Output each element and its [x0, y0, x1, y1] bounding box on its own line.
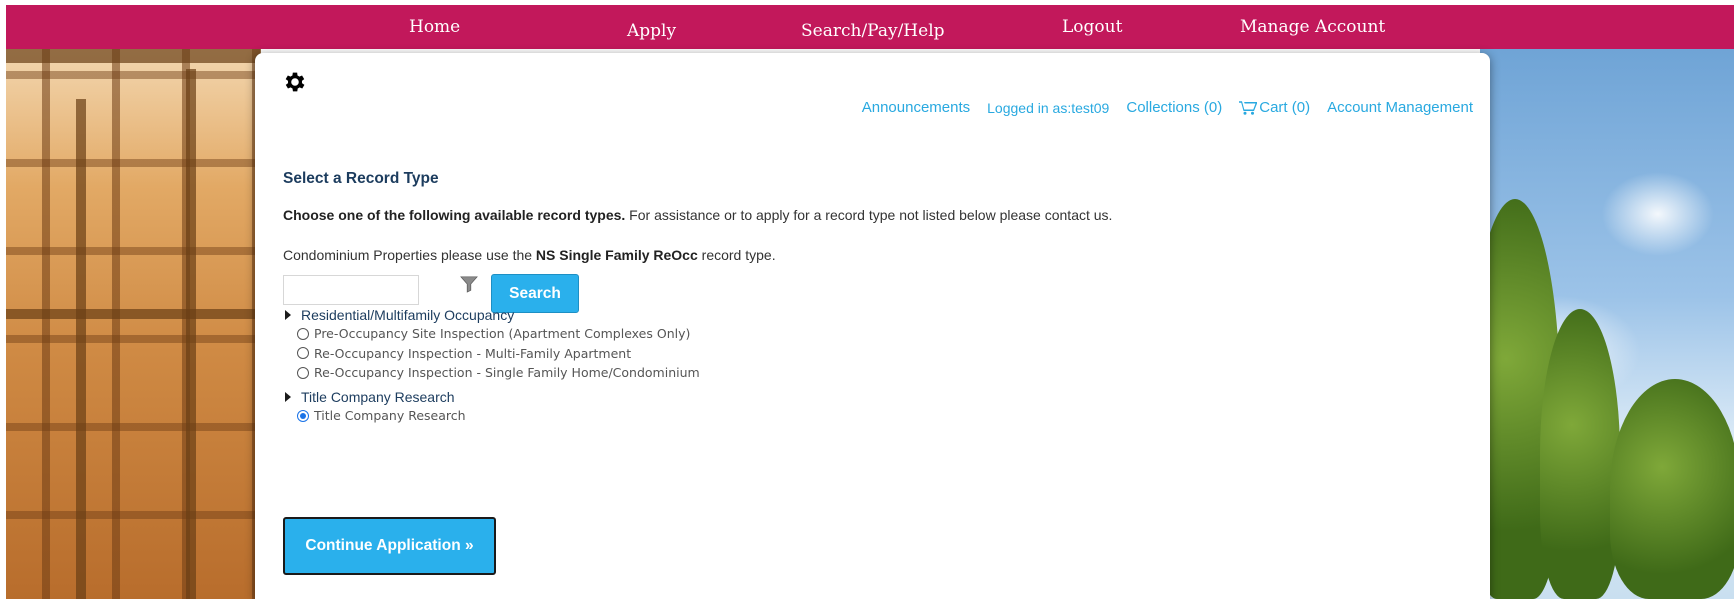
announcements-link[interactable]: Announcements	[862, 99, 970, 116]
record-group-title-company: Title Company Research Title Company Res…	[283, 388, 466, 426]
top-navigation-bar: Home Apply Search/Pay/Help Logout Manage…	[6, 5, 1734, 49]
record-option-label[interactable]: Pre-Occupancy Site Inspection (Apartment…	[314, 326, 690, 341]
record-type-radio-selected[interactable]	[297, 409, 309, 422]
construction-background-image	[6, 49, 261, 599]
record-option[interactable]: Re-Occupancy Inspection - Single Family …	[297, 363, 700, 383]
instructions-rest: For assistance or to apply for a record …	[625, 207, 1113, 223]
nav-apply[interactable]: Apply	[627, 21, 676, 41]
record-type-search-input[interactable]	[283, 275, 419, 305]
instructions-bold: Choose one of the following available re…	[283, 207, 626, 223]
expand-triangle-icon[interactable]	[285, 310, 291, 320]
trees-background-image	[1470, 49, 1734, 599]
record-type-radio[interactable]	[297, 347, 309, 360]
record-type-radio[interactable]	[297, 327, 309, 340]
cart-label: Cart (0)	[1259, 99, 1311, 116]
record-option-label[interactable]: Re-Occupancy Inspection - Single Family …	[314, 365, 700, 380]
record-option[interactable]: Pre-Occupancy Site Inspection (Apartment…	[297, 324, 700, 344]
record-option-label[interactable]: Re-Occupancy Inspection - Multi-Family A…	[314, 346, 631, 361]
header-links: Announcements Logged in as:test09 Collec…	[862, 99, 1473, 116]
record-type-radio[interactable]	[297, 366, 309, 379]
nav-manage-account[interactable]: Manage Account	[1240, 17, 1385, 37]
page-title: Select a Record Type	[283, 170, 439, 187]
instructions-line: Choose one of the following available re…	[283, 207, 1112, 223]
record-option[interactable]: Re-Occupancy Inspection - Multi-Family A…	[297, 344, 700, 364]
main-content-panel: Announcements Logged in as:test09 Collec…	[255, 53, 1490, 599]
nav-home[interactable]: Home	[409, 17, 460, 37]
record-group-residential: Residential/Multifamily Occupancy Pre-Oc…	[283, 306, 700, 383]
condominium-note: Condominium Properties please use the NS…	[283, 247, 776, 263]
condo-note-pre: Condominium Properties please use the	[283, 247, 536, 263]
condo-note-post: record type.	[697, 247, 776, 263]
group-header[interactable]: Title Company Research	[283, 388, 466, 406]
account-management-link[interactable]: Account Management	[1327, 99, 1473, 116]
cart-link[interactable]: Cart (0)	[1239, 99, 1310, 116]
record-option[interactable]: Title Company Research	[297, 406, 466, 426]
collections-link[interactable]: Collections (0)	[1126, 99, 1222, 116]
nav-search-pay-help[interactable]: Search/Pay/Help	[801, 21, 945, 41]
cart-icon	[1239, 100, 1258, 115]
continue-application-button[interactable]: Continue Application »	[283, 517, 496, 575]
group-header[interactable]: Residential/Multifamily Occupancy	[283, 306, 700, 324]
group-label[interactable]: Title Company Research	[301, 389, 455, 405]
expand-triangle-icon[interactable]	[285, 392, 291, 402]
group-label[interactable]: Residential/Multifamily Occupancy	[301, 307, 514, 323]
condo-note-record-type: NS Single Family ReOcc	[535, 247, 698, 263]
gear-icon[interactable]	[282, 69, 308, 95]
nav-logout[interactable]: Logout	[1062, 17, 1122, 37]
filter-icon[interactable]	[460, 275, 478, 293]
logged-in-user: Logged in as:test09	[987, 99, 1110, 116]
record-option-label[interactable]: Title Company Research	[314, 408, 466, 423]
